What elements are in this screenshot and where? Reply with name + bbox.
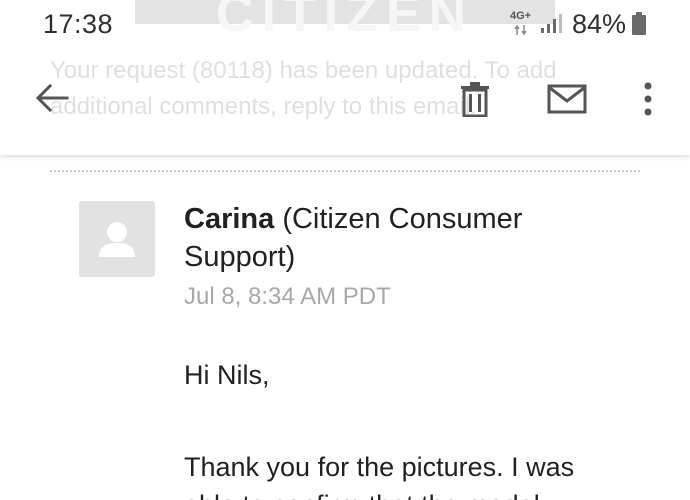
- background-logo-text: CITIZEN: [215, 0, 475, 43]
- app-bar: CITIZEN Your request (80118) has been up…: [0, 0, 690, 155]
- person-icon: [99, 222, 135, 257]
- sender-avatar[interactable]: [79, 201, 155, 277]
- mark-unread-button[interactable]: [543, 75, 591, 123]
- network-indicator: 4G+: [510, 10, 538, 38]
- battery-percent: 84%: [572, 9, 627, 39]
- data-transfer-icon: [514, 24, 527, 36]
- network-type: 4G+: [510, 10, 532, 22]
- more-options-button[interactable]: [624, 75, 672, 123]
- message-body-line: Thank you for the pictures. I was: [184, 452, 575, 482]
- message-date: Jul 8, 8:34 AM PDT: [184, 283, 391, 310]
- status-time: 17:38: [43, 9, 114, 39]
- message-greeting: Hi Nils,: [184, 360, 270, 390]
- arrow-back-icon: [35, 83, 69, 113]
- envelope-icon: [547, 84, 587, 114]
- sender-line: Carina (Citizen Consumer Support): [184, 200, 624, 276]
- message-divider: [50, 170, 640, 172]
- back-button[interactable]: [28, 74, 76, 122]
- background-logo: CITIZEN: [135, 0, 555, 43]
- sender-name: Carina: [184, 203, 275, 235]
- trash-icon: [461, 82, 489, 117]
- signal-bars-icon: [541, 14, 562, 33]
- battery-icon: [632, 12, 646, 35]
- more-vert-icon: [644, 82, 652, 116]
- message-body-line: able to confirm that the model: [184, 486, 624, 500]
- background-preview-text: Your request (80118) has been updated. T…: [50, 57, 557, 120]
- delete-button[interactable]: [451, 75, 499, 123]
- message-body: Thank you for the pictures. I was able t…: [184, 448, 624, 500]
